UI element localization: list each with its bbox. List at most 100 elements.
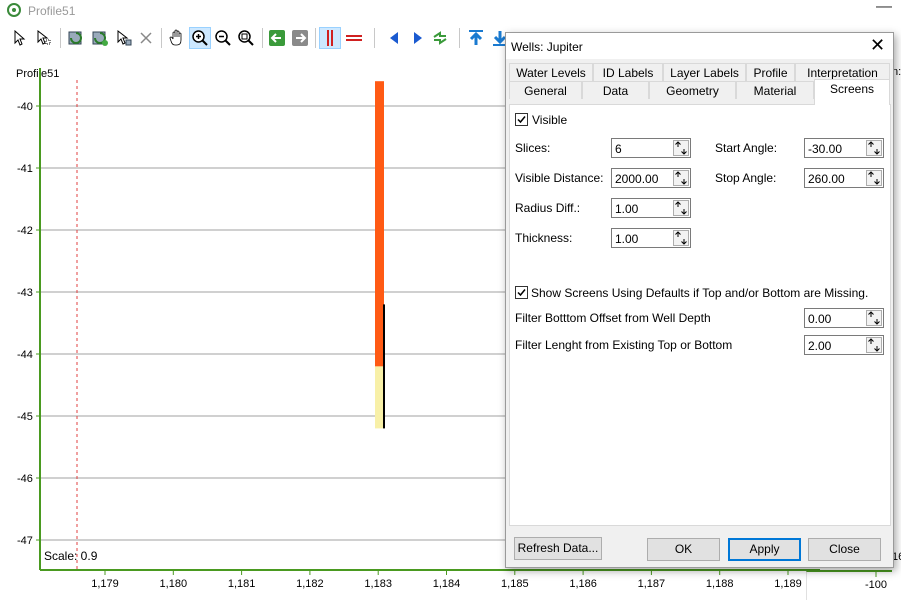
wells-dialog: Wells: Jupiter ✕ Water Levels ID Labels … xyxy=(505,32,894,568)
close-icon[interactable]: ✕ xyxy=(870,36,885,54)
radius-diff-value: 1.00 xyxy=(615,202,639,216)
screens-panel: Visible Slices: 6 Visible Distance: 2000… xyxy=(509,104,891,526)
forward-arrow-icon[interactable] xyxy=(290,28,310,48)
move-top-icon[interactable] xyxy=(466,28,486,48)
select-node-icon[interactable] xyxy=(34,28,54,48)
thickness-value: 1.00 xyxy=(615,232,639,246)
edit-select-icon[interactable] xyxy=(114,28,134,48)
refresh-data-button[interactable]: Refresh Data... xyxy=(514,537,602,560)
y-tick-label: -43 xyxy=(17,287,33,299)
well-casing-yellow[interactable] xyxy=(375,366,384,429)
radius-diff-label: Radius Diff.: xyxy=(515,201,581,215)
delete-icon[interactable] xyxy=(136,28,156,48)
refresh-all-icon[interactable] xyxy=(90,28,110,48)
tab-data[interactable]: Data xyxy=(582,81,649,99)
tab-id-labels[interactable]: ID Labels xyxy=(593,63,663,81)
spinner-arrows-icon[interactable] xyxy=(673,140,689,156)
zoom-in-icon[interactable] xyxy=(189,27,211,49)
x-tick-label: 1,187 xyxy=(638,578,666,590)
tab-layer-labels[interactable]: Layer Labels xyxy=(663,63,746,81)
x-tick-label: 1,185 xyxy=(501,578,529,590)
toolbar-separator xyxy=(161,28,162,48)
x-tick-label: 1,189 xyxy=(774,578,802,590)
close-button[interactable]: Close xyxy=(808,538,881,561)
filter-length-label: Filter Lenght from Existing Top or Botto… xyxy=(515,338,733,352)
toolbar-separator xyxy=(374,28,375,48)
x-tick-label: 1,181 xyxy=(228,578,256,590)
window-titlebar: Profile51 — xyxy=(0,0,901,22)
vertical-line-icon[interactable] xyxy=(319,27,341,49)
back-arrow-icon[interactable] xyxy=(267,28,287,48)
tab-general[interactable]: General xyxy=(509,81,582,99)
y-tick-label: -44 xyxy=(17,349,33,361)
visible-distance-value: 2000.00 xyxy=(615,172,659,186)
profile-label: Profile51 xyxy=(16,68,59,80)
spinner-arrows-icon[interactable] xyxy=(673,200,689,216)
tab-material[interactable]: Material xyxy=(736,81,814,99)
toolbar-separator xyxy=(60,28,61,48)
spinner-arrows-icon[interactable] xyxy=(866,310,882,326)
x-tick-label: 1,188 xyxy=(706,578,734,590)
thickness-spinner[interactable]: 1.00 xyxy=(611,228,691,248)
x-tick-label: 1,180 xyxy=(160,578,188,590)
stop-angle-spinner[interactable]: 260.00 xyxy=(804,168,884,188)
scale-label: Scale: 0.9 xyxy=(44,549,98,563)
stop-angle-value: 260.00 xyxy=(808,172,845,186)
app-logo-icon xyxy=(7,3,21,17)
filter-length-spinner[interactable]: 2.00 xyxy=(804,335,884,355)
horizontal-line-icon[interactable] xyxy=(344,28,364,48)
spinner-arrows-icon[interactable] xyxy=(866,170,882,186)
x-tick-label: 1,183 xyxy=(364,578,392,590)
slices-value: 6 xyxy=(615,142,622,156)
y-tick-label: -47 xyxy=(17,535,33,547)
refresh-layer-icon[interactable] xyxy=(66,28,86,48)
right-triangle-icon[interactable] xyxy=(408,28,428,48)
start-angle-label: Start Angle: xyxy=(715,141,778,155)
dialog-title: Wells: Jupiter xyxy=(511,40,583,54)
window-title: Profile51 xyxy=(28,4,76,18)
pan-hand-icon[interactable] xyxy=(167,28,187,48)
spinner-arrows-icon[interactable] xyxy=(673,230,689,246)
slices-spinner[interactable]: 6 xyxy=(611,138,691,158)
x-tick-label: 1,182 xyxy=(296,578,324,590)
show-defaults-checkbox[interactable] xyxy=(515,286,528,299)
slices-label: Slices: xyxy=(515,141,551,155)
checkmark-icon xyxy=(517,116,526,124)
toolbar-separator xyxy=(315,28,316,48)
visible-label: Visible xyxy=(532,113,568,127)
y-tick-label: -45 xyxy=(17,411,33,423)
left-triangle-icon[interactable] xyxy=(384,28,404,48)
minimize-button[interactable]: — xyxy=(876,0,892,16)
filter-bottom-value: 0.00 xyxy=(808,312,832,326)
well-casing-orange[interactable] xyxy=(375,81,384,367)
visible-distance-spinner[interactable]: 2000.00 xyxy=(611,168,691,188)
sync-icon[interactable] xyxy=(430,28,450,48)
x-tick-label: 1,184 xyxy=(433,578,461,590)
tab-geometry[interactable]: Geometry xyxy=(649,81,736,99)
x-axis-ticks: 1,179 1,180 1,181 1,182 1,183 1,184 1,185 1,186… xyxy=(91,570,802,590)
radius-diff-spinner[interactable]: 1.00 xyxy=(611,198,691,218)
select-arrow-icon[interactable] xyxy=(10,28,30,48)
checkmark-icon xyxy=(517,289,526,297)
spinner-arrows-icon[interactable] xyxy=(673,170,689,186)
zoom-extent-icon[interactable] xyxy=(236,28,256,48)
visible-checkbox[interactable] xyxy=(515,113,528,126)
toolbar-separator xyxy=(459,28,460,48)
toolbar-separator xyxy=(262,28,263,48)
y-tick-label: -46 xyxy=(17,473,33,485)
apply-button[interactable]: Apply xyxy=(728,538,801,561)
ok-button[interactable]: OK xyxy=(647,538,720,561)
spinner-arrows-icon[interactable] xyxy=(866,337,882,353)
visible-distance-label: Visible Distance: xyxy=(515,171,604,185)
filter-bottom-spinner[interactable]: 0.00 xyxy=(804,308,884,328)
spinner-arrows-icon[interactable] xyxy=(866,140,882,156)
stop-angle-label: Stop Angle: xyxy=(715,171,777,185)
start-angle-spinner[interactable]: -30.00 xyxy=(804,138,884,158)
thickness-label: Thickness: xyxy=(515,231,573,245)
x-tick-label: 1,179 xyxy=(91,578,119,590)
tab-water-levels[interactable]: Water Levels xyxy=(509,63,593,81)
tab-profile[interactable]: Profile xyxy=(746,63,795,81)
filter-length-value: 2.00 xyxy=(808,339,832,353)
zoom-out-icon[interactable] xyxy=(213,28,233,48)
tab-screens[interactable]: Screens xyxy=(814,79,890,105)
